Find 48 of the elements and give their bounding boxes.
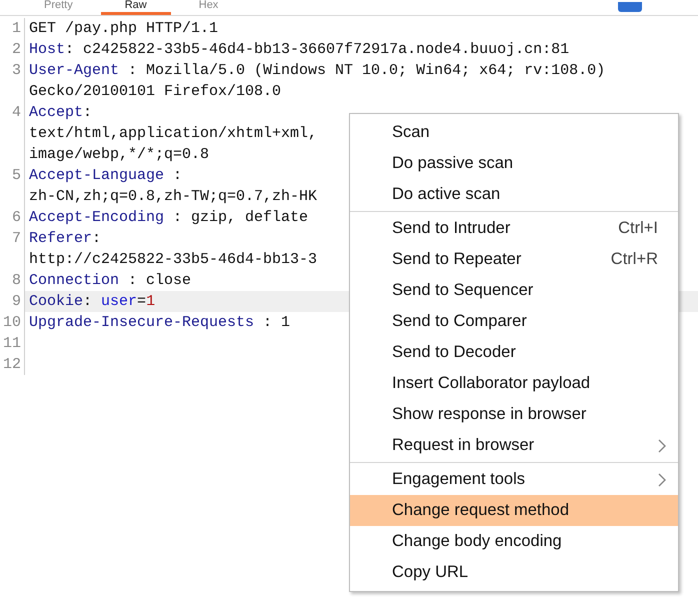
- tab[interactable]: Hex: [174, 0, 242, 15]
- menu-item[interactable]: Show response in browser: [350, 399, 678, 430]
- menu-item[interactable]: Change body encoding: [350, 526, 678, 557]
- code-line: image/webp,*/*;q=0.8: [29, 145, 210, 165]
- code-line: http://c2425822-33b5-46d4-bb13-3: [29, 250, 318, 270]
- code-line: Connection : close: [29, 271, 192, 291]
- code-line: Accept:: [29, 103, 92, 123]
- line-number: 11: [2, 335, 21, 352]
- menu-item[interactable]: Send to Decoder: [350, 337, 678, 368]
- menu-item[interactable]: Scan: [350, 117, 678, 148]
- shortcut-label: Ctrl+I: [618, 218, 658, 240]
- line-number: 5: [12, 167, 21, 184]
- line-number: 10: [2, 314, 21, 331]
- line-number: 6: [12, 209, 21, 226]
- menu-item[interactable]: Copy URL: [350, 557, 678, 588]
- menu-item[interactable]: Engagement tools: [350, 464, 678, 495]
- menu-item[interactable]: Send to Repeater Ctrl+R: [350, 244, 678, 275]
- code-line: Upgrade-Insecure-Requests : 1: [29, 313, 290, 333]
- menu-item[interactable]: Send to Sequencer: [350, 275, 678, 306]
- menu-item[interactable]: Insert Collaborator payload: [350, 368, 678, 399]
- code-line: Host: c2425822-33b5-46d4-bb13-36607f72917a.node4.buuoj.cn:81: [29, 40, 570, 60]
- line-number: 9: [12, 293, 21, 310]
- line-number: 3: [12, 62, 21, 79]
- shortcut-label: Ctrl+R: [610, 249, 658, 270]
- tab[interactable]: Pretty: [20, 0, 97, 15]
- line-number: 7: [12, 230, 21, 247]
- code-line: Cookie: user=1: [29, 292, 156, 312]
- line-number: 4: [12, 104, 21, 121]
- code-line: zh-CN,zh;q=0.8,zh-TW;q=0.7,zh-HK: [29, 187, 318, 207]
- code-line: Accept-Language :: [29, 166, 182, 186]
- code-line: Gecko/20100101 Firefox/108.0: [29, 82, 282, 102]
- code-line: text/html,application/xhtml+xml,: [29, 124, 318, 144]
- line-number: 1: [12, 20, 21, 37]
- menu-item[interactable]: Do passive scan: [350, 148, 678, 179]
- line-number: 12: [2, 356, 21, 373]
- line-number: 2: [12, 41, 21, 58]
- code-line: Accept-Encoding : gzip, deflate: [29, 208, 308, 228]
- code-line: GET /pay.php HTTP/1.1: [29, 19, 218, 39]
- menu-item[interactable]: Change request method: [350, 495, 678, 526]
- tab[interactable]: Raw: [100, 0, 171, 15]
- menu-item[interactable]: Do active scan: [350, 179, 678, 210]
- menu-item[interactable]: Send to Comparer: [350, 306, 678, 337]
- menu-item[interactable]: Request in browser: [350, 430, 678, 461]
- line-number: 8: [12, 272, 21, 289]
- code-line: Referer:: [29, 229, 102, 249]
- menu-item[interactable]: Send to Intruder Ctrl+I: [350, 213, 678, 244]
- code-line: User-Agent : Mozilla/5.0 (Windows NT 10.0; Win64; x64; rv:108.0): [29, 61, 606, 81]
- action-button[interactable]: [618, 2, 642, 12]
